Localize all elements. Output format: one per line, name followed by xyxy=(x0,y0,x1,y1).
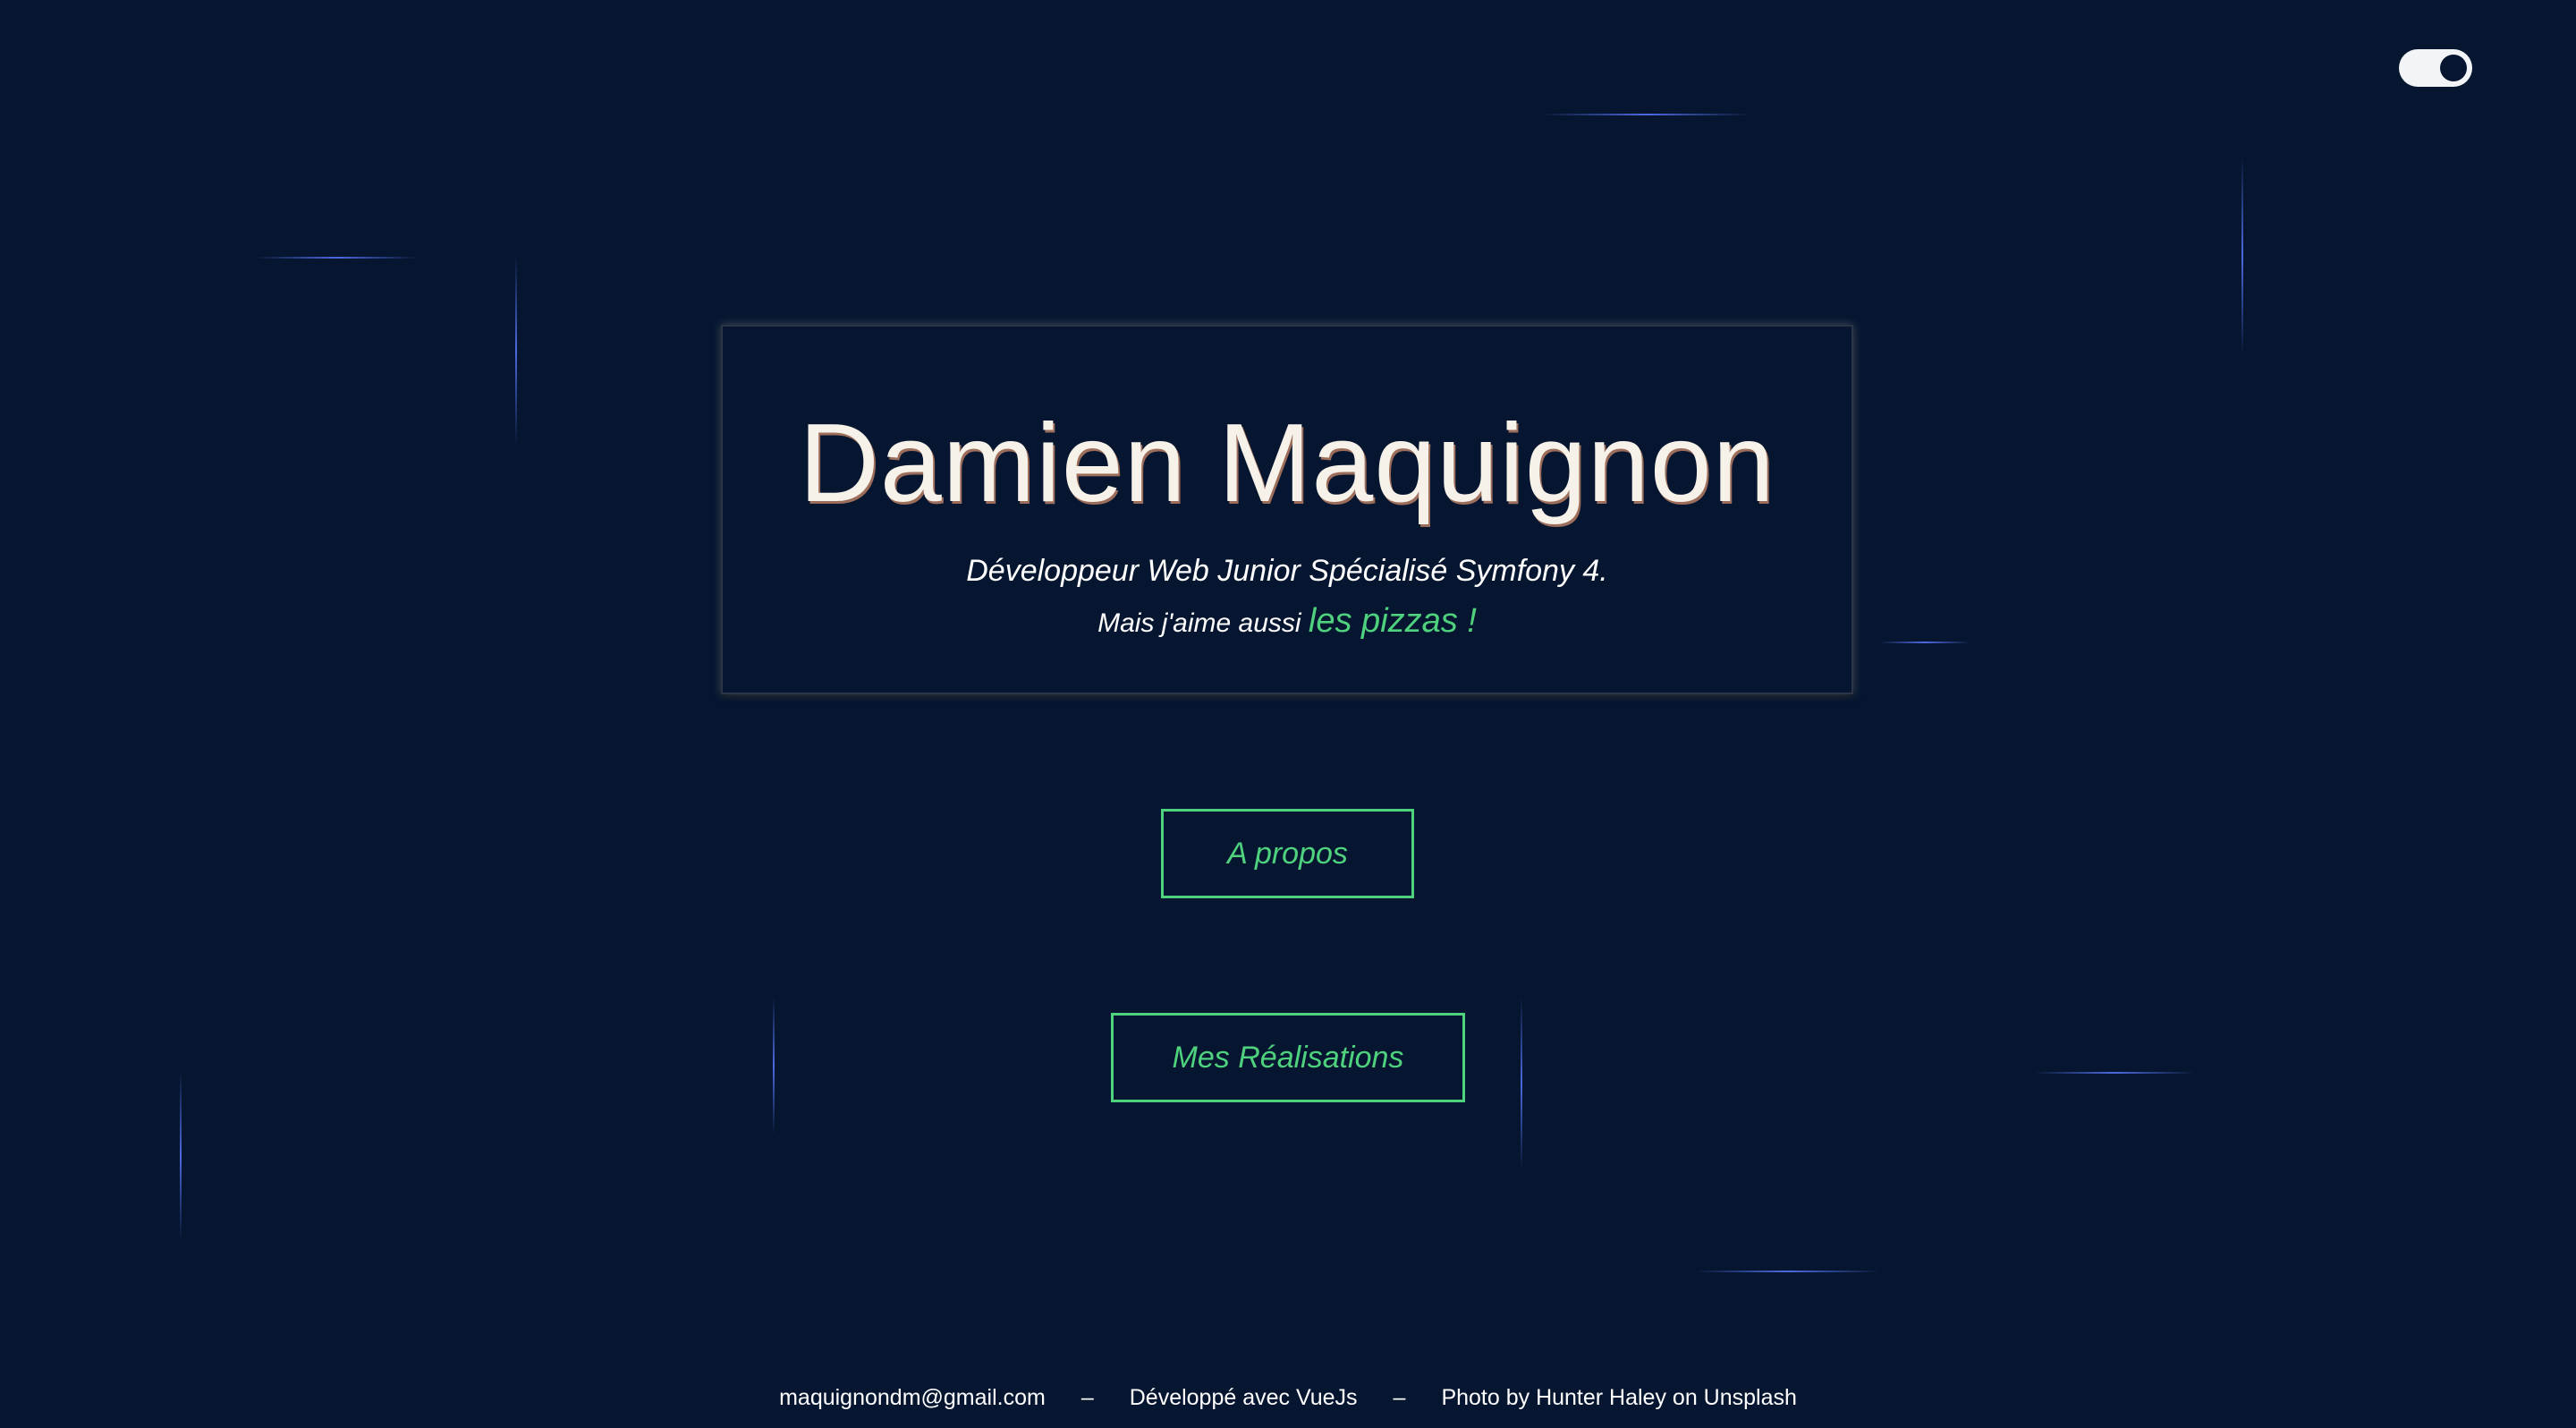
tagline-accent: les pizzas ! xyxy=(1308,602,1477,640)
decorative-streak xyxy=(515,255,517,446)
decorative-streak xyxy=(2034,1072,2195,1074)
projects-button[interactable]: Mes Réalisations xyxy=(1111,1013,1465,1102)
decorative-streak xyxy=(1696,1271,1880,1272)
decorative-streak xyxy=(1521,997,1522,1170)
about-button[interactable]: A propos xyxy=(1161,809,1414,898)
decorative-streak xyxy=(256,257,419,259)
page-title: Damien Maquignon xyxy=(799,402,1775,525)
decorative-streak xyxy=(1879,642,1970,643)
decorative-streak xyxy=(1543,114,1751,115)
footer: maquignondm@gmail.com – Développé avec V… xyxy=(0,1385,2576,1411)
decorative-streak xyxy=(2241,157,2243,355)
hero-card: Damien Maquignon Développeur Web Junior … xyxy=(721,325,1853,694)
toggle-knob xyxy=(2440,55,2467,81)
photo-credit-link[interactable]: Photo by Hunter Haley on Unsplash xyxy=(1441,1385,1796,1411)
theme-toggle[interactable] xyxy=(2399,49,2472,87)
hero-subtitle: Développeur Web Junior Spécialisé Symfon… xyxy=(966,554,1608,588)
email-link[interactable]: maquignondm@gmail.com xyxy=(779,1385,1046,1411)
page-background: Damien Maquignon Développeur Web Junior … xyxy=(0,0,2576,1428)
tagline-prefix: Mais j'aime aussi xyxy=(1097,608,1301,638)
hero-tagline: Mais j'aime aussi les pizzas ! xyxy=(723,599,1852,646)
footer-separator: – xyxy=(1080,1385,1094,1410)
decorative-streak xyxy=(180,1070,182,1241)
footer-separator: – xyxy=(1393,1385,1406,1410)
built-with-text: Développé avec VueJs xyxy=(1129,1385,1358,1410)
decorative-streak xyxy=(773,997,775,1135)
